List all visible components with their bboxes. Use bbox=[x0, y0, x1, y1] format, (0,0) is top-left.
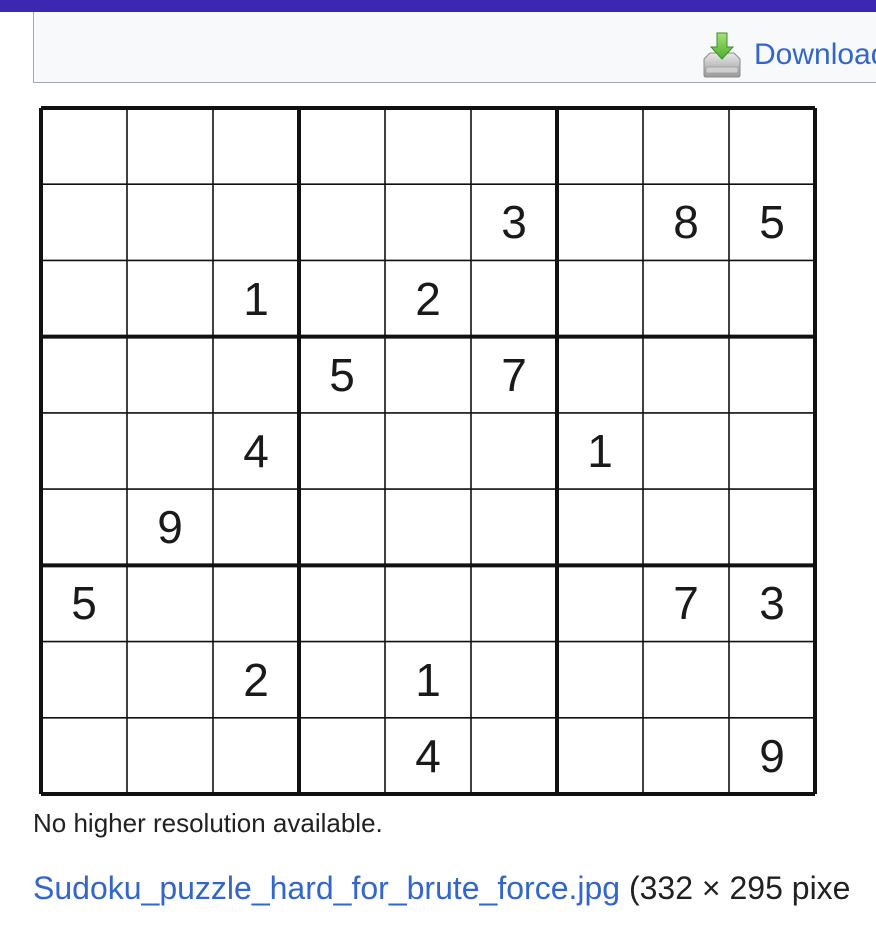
sudoku-cell-digit: 2 bbox=[243, 653, 269, 706]
sudoku-cell-digit: 5 bbox=[759, 196, 785, 249]
sudoku-cell-digit: 2 bbox=[415, 272, 441, 325]
download-button[interactable]: Download bbox=[700, 30, 876, 80]
sudoku-cell-digit: 9 bbox=[157, 501, 183, 554]
top-bar bbox=[0, 0, 876, 12]
sudoku-cell-digit: 3 bbox=[501, 196, 527, 249]
download-panel: Download bbox=[33, 12, 876, 83]
sudoku-cell-digit: 1 bbox=[587, 424, 613, 477]
sudoku-cell-digit: 1 bbox=[243, 272, 269, 325]
sudoku-cell-digit: 5 bbox=[329, 348, 355, 401]
file-dimensions: (332 × 295 pixe bbox=[620, 870, 851, 906]
sudoku-cell-digit: 9 bbox=[759, 729, 785, 782]
sudoku-cell-digit: 1 bbox=[415, 653, 441, 706]
sudoku-cell-digit: 5 bbox=[71, 577, 97, 630]
sudoku-cell-digit: 7 bbox=[501, 348, 527, 401]
sudoku-cell-digit: 8 bbox=[673, 196, 699, 249]
sudoku-cell-digit: 7 bbox=[673, 577, 699, 630]
sudoku-image: 3 8 5 1 2 5 7 4 1 9 5 7 3 2 1 4 9 bbox=[39, 106, 817, 796]
sudoku-cell-digit: 4 bbox=[243, 424, 269, 477]
sudoku-cell-digit: 3 bbox=[759, 577, 785, 630]
download-icon bbox=[703, 32, 741, 78]
sudoku-cell-digit: 4 bbox=[415, 729, 441, 782]
resolution-note: No higher resolution available. bbox=[33, 808, 383, 838]
file-name-link[interactable]: Sudoku_puzzle_hard_for_brute_force.jpg bbox=[33, 870, 620, 906]
download-label: Download bbox=[754, 38, 876, 71]
file-info-line: Sudoku_puzzle_hard_for_brute_force.jpg (… bbox=[33, 870, 850, 907]
